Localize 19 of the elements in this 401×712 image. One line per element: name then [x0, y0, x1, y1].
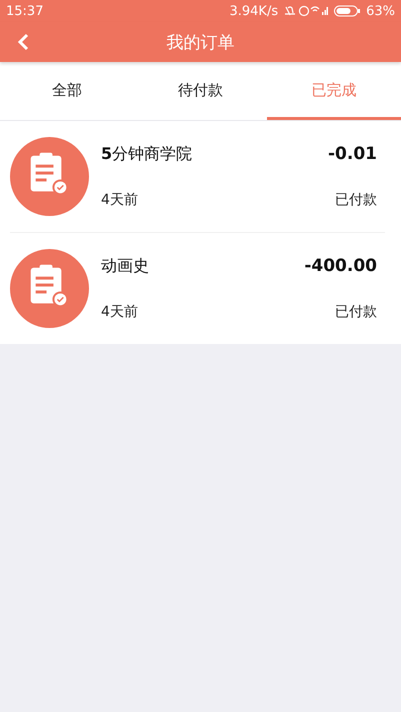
clipboard-check-icon: [10, 249, 89, 328]
tab[interactable]: 待付款: [134, 62, 268, 120]
tab[interactable]: 全部: [0, 62, 134, 120]
back-icon: [16, 32, 30, 52]
order-status: 已付款: [334, 303, 377, 321]
order-title: 5分钟商学院: [101, 144, 194, 165]
page-title: 我的订单: [166, 32, 234, 54]
order-time: 4天前: [101, 303, 139, 321]
network-speed: 3.94K/s: [229, 4, 278, 18]
order-amount: -400.00: [304, 256, 377, 277]
battery-percent: 63%: [366, 4, 395, 18]
order-title: 动画史: [101, 256, 150, 277]
order-time: 4天前: [101, 191, 139, 209]
battery-icon: [334, 5, 360, 17]
order-amount: -0.01: [328, 144, 377, 165]
signal-icons: [284, 5, 328, 17]
clipboard-check-icon: [10, 137, 89, 216]
order-status: 已付款: [334, 191, 377, 209]
status-time: 15:37: [6, 4, 44, 18]
